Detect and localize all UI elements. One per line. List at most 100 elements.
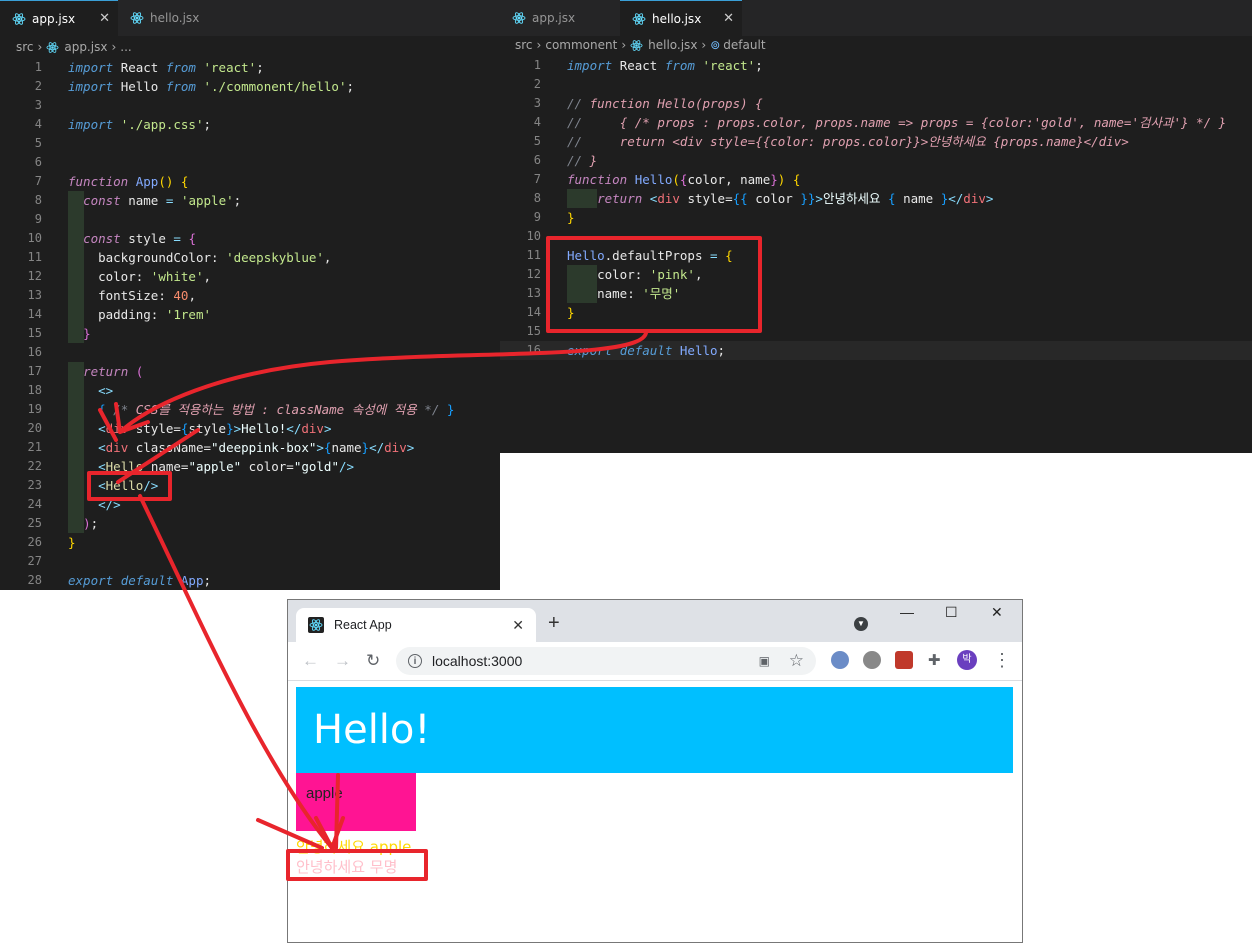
close-icon[interactable]: ✕ bbox=[512, 617, 524, 634]
code-line[interactable]: 6 bbox=[0, 153, 500, 172]
reload-button[interactable]: ↻ bbox=[366, 651, 380, 671]
react-icon bbox=[632, 12, 646, 25]
code-line[interactable]: 11 backgroundColor: 'deepskyblue', bbox=[0, 248, 500, 267]
tab-hello-jsx[interactable]: hello.jsx bbox=[118, 0, 236, 36]
line-number: 22 bbox=[27, 459, 42, 473]
extension-icon[interactable] bbox=[831, 651, 849, 669]
minimize-button[interactable]: — bbox=[900, 604, 914, 620]
address-bar[interactable]: i localhost:3000 ▣ ☆ bbox=[396, 647, 816, 675]
breadcrumb-item[interactable]: app.jsx bbox=[64, 40, 107, 54]
code-text: const name = 'apple'; bbox=[83, 193, 242, 208]
line-number: 7 bbox=[533, 172, 541, 186]
code-line[interactable]: 6 // } bbox=[500, 151, 1252, 170]
code-line[interactable]: 4 // { /* props : props.color, props.name… bbox=[500, 113, 1252, 132]
code-line[interactable]: 7 function App() { bbox=[0, 172, 500, 191]
code-line[interactable]: 10 const style = { bbox=[0, 229, 500, 248]
puzzle-extensions-icon[interactable]: ✚ bbox=[928, 651, 941, 669]
code-line[interactable]: 7 function Hello({color, name}) { bbox=[500, 170, 1252, 189]
line-number: 9 bbox=[533, 210, 541, 224]
page-viewport: Hello! apple 안녕하세요 apple 안녕하세요 무명 bbox=[288, 681, 1022, 942]
code-line[interactable]: 4 import './app.css'; bbox=[0, 115, 500, 134]
code-line[interactable]: 14 padding: '1rem' bbox=[0, 305, 500, 324]
breadcrumb: src › app.jsx › ... bbox=[0, 37, 500, 57]
close-icon[interactable]: ✕ bbox=[723, 11, 734, 26]
line-number: 7 bbox=[34, 174, 42, 188]
code-line[interactable]: 5 bbox=[0, 134, 500, 153]
translate-icon[interactable]: ▣ bbox=[759, 654, 770, 668]
code-line[interactable]: 25 ); bbox=[0, 514, 500, 533]
code-line[interactable]: 2 bbox=[500, 75, 1252, 94]
line-number: 1 bbox=[533, 58, 541, 72]
code-line[interactable]: 5 // return <div style={{color: props.col… bbox=[500, 132, 1252, 151]
tab-label: app.jsx bbox=[532, 11, 576, 25]
line-number: 24 bbox=[27, 497, 42, 511]
breadcrumb-item[interactable]: default bbox=[723, 38, 765, 52]
code-line[interactable]: 24 </> bbox=[0, 495, 500, 514]
code-line[interactable]: 17 return ( bbox=[0, 362, 500, 381]
browser-window: React App ✕ + ▼ — ☐ ✕ ← → ↻ i localhost:… bbox=[287, 599, 1023, 943]
line-number: 11 bbox=[27, 250, 42, 264]
code-line[interactable]: 13 name: '무명' bbox=[500, 284, 1252, 303]
tab-search-icon[interactable]: ▼ bbox=[854, 617, 868, 631]
breadcrumb-item[interactable]: src bbox=[515, 38, 533, 52]
code-line[interactable]: 20 <div style={style}>Hello!</div> bbox=[0, 419, 500, 438]
close-icon[interactable]: ✕ bbox=[99, 11, 110, 26]
line-number: 4 bbox=[533, 115, 541, 129]
code-line[interactable]: 3 bbox=[0, 96, 500, 115]
line-number: 5 bbox=[34, 136, 42, 150]
code-line[interactable]: 1 import React from 'react'; bbox=[0, 58, 500, 77]
chevron-right-icon: › bbox=[701, 38, 707, 52]
extension-gear-icon[interactable] bbox=[863, 651, 881, 669]
code-line[interactable]: 10 bbox=[500, 227, 1252, 246]
breadcrumb-item[interactable]: src bbox=[16, 40, 34, 54]
code-line[interactable]: 26} bbox=[0, 533, 500, 552]
bookmark-star-icon[interactable]: ☆ bbox=[789, 651, 804, 671]
menu-icon[interactable]: ⋮ bbox=[993, 650, 1011, 671]
code-line[interactable]: 15 bbox=[500, 322, 1252, 341]
code-line[interactable]: 15 } bbox=[0, 324, 500, 343]
code-line[interactable]: 11 Hello.defaultProps = { bbox=[500, 246, 1252, 265]
maximize-button[interactable]: ☐ bbox=[945, 604, 958, 621]
line-number: 25 bbox=[27, 516, 42, 530]
code-line[interactable]: 16 bbox=[0, 343, 500, 362]
code-line[interactable]: 3 // function Hello(props) { bbox=[500, 94, 1252, 113]
code-line[interactable]: 27 bbox=[0, 552, 500, 571]
code-line[interactable]: 13 fontSize: 40, bbox=[0, 286, 500, 305]
code-line[interactable]: 22 <Hello name="apple" color="gold"/> bbox=[0, 457, 500, 476]
code-line[interactable]: 9} bbox=[500, 208, 1252, 227]
code-line[interactable]: 2 import Hello from './commonent/hello'; bbox=[0, 77, 500, 96]
react-favicon-icon bbox=[308, 617, 324, 633]
window-close-button[interactable]: ✕ bbox=[991, 604, 1003, 621]
line-number: 16 bbox=[526, 343, 541, 357]
line-number: 5 bbox=[533, 134, 541, 148]
breadcrumb-item[interactable]: ... bbox=[120, 40, 131, 54]
code-line[interactable]: 8 return <div style={{ color }}>안녕하세요 { … bbox=[500, 189, 1252, 208]
tab-label: hello.jsx bbox=[150, 11, 200, 25]
code-line[interactable]: 9 bbox=[0, 210, 500, 229]
code-line[interactable]: 16 export default Hello; bbox=[500, 341, 1252, 360]
code-line[interactable]: 28 export default App; bbox=[0, 571, 500, 590]
code-line[interactable]: 23 <Hello/> bbox=[0, 476, 500, 495]
browser-tabstrip: React App ✕ + ▼ — ☐ ✕ bbox=[288, 600, 1022, 642]
code-line[interactable]: 1 import React from 'react'; bbox=[500, 56, 1252, 75]
tab-app-jsx[interactable]: app.jsx ✕ bbox=[0, 0, 118, 36]
tab-app-jsx[interactable]: app.jsx bbox=[500, 0, 616, 36]
breadcrumb-item[interactable]: hello.jsx bbox=[648, 38, 697, 52]
code-line[interactable]: 12 color: 'pink', bbox=[500, 265, 1252, 284]
code-line[interactable]: 18 <> bbox=[0, 381, 500, 400]
back-button[interactable]: ← bbox=[302, 651, 319, 671]
info-icon[interactable]: i bbox=[408, 654, 422, 668]
browser-tab[interactable]: React App ✕ bbox=[296, 608, 536, 642]
code-line[interactable]: 21 <div className="deeppink-box">{name}<… bbox=[0, 438, 500, 457]
code-line[interactable]: 12 color: 'white', bbox=[0, 267, 500, 286]
profile-avatar[interactable]: 박 bbox=[957, 650, 977, 670]
extension-icon[interactable] bbox=[895, 651, 913, 669]
new-tab-button[interactable]: + bbox=[548, 612, 560, 635]
code-line[interactable]: 19 { /* CSS를 적용하는 방법 : className 속성에 적용 … bbox=[0, 400, 500, 419]
breadcrumb-item[interactable]: commonent bbox=[545, 38, 617, 52]
code-line[interactable]: 8 const name = 'apple'; bbox=[0, 191, 500, 210]
tab-hello-jsx[interactable]: hello.jsx ✕ bbox=[620, 0, 742, 36]
code-line[interactable]: 14} bbox=[500, 303, 1252, 322]
forward-button[interactable]: → bbox=[334, 651, 351, 671]
code-text: } bbox=[567, 210, 575, 225]
